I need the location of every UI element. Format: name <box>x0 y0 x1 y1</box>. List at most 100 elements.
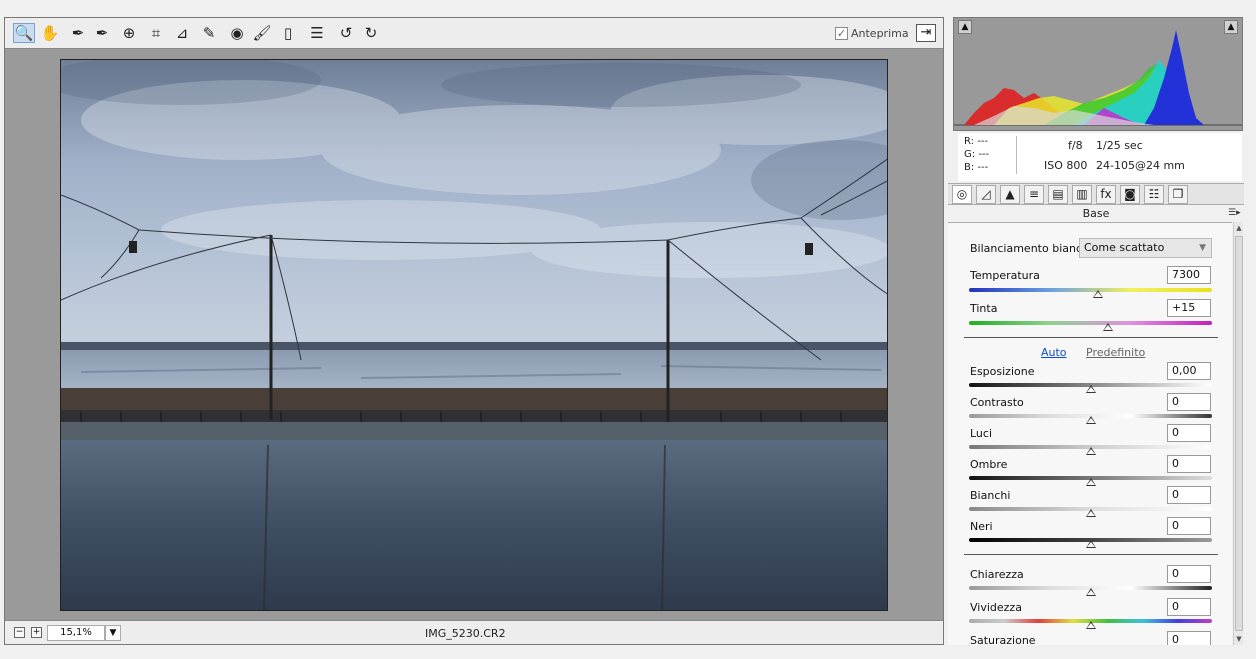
spot-removal-tool-icon[interactable]: ✎ <box>198 23 220 43</box>
exposure-input[interactable]: 0,00 <box>1167 362 1211 380</box>
zoom-in-button[interactable]: + <box>31 627 42 638</box>
vibrance-slider-thumb[interactable] <box>1085 621 1096 629</box>
file-name: IMG_5230.CR2 <box>425 627 506 640</box>
basic-tab-icon[interactable]: ◎ <box>952 185 972 204</box>
contrast-slider-thumb[interactable] <box>1085 416 1096 424</box>
highlights-input[interactable]: 0 <box>1167 424 1211 442</box>
panel-title: Base <box>1082 207 1110 220</box>
r-label: R: <box>964 136 975 147</box>
red-eye-tool-icon[interactable]: ◉ <box>226 23 248 43</box>
contrast-input[interactable]: 0 <box>1167 393 1211 411</box>
lens-value: 24-105@24 mm <box>1096 159 1185 172</box>
scroll-down-icon[interactable]: ▼ <box>1234 635 1244 643</box>
section-divider <box>964 554 1218 555</box>
zoom-dropdown-button[interactable]: ▼ <box>105 625 121 641</box>
tint-slider-track[interactable] <box>969 321 1212 325</box>
exposure-label: Esposizione <box>970 365 1035 378</box>
photo-image <box>61 60 887 610</box>
histogram-graph <box>954 30 1242 126</box>
histogram: ▲ ▲ <box>953 17 1243 131</box>
crop-tool-icon[interactable]: ⌗ <box>145 23 167 43</box>
white-balance-label: Bilanciamento bianco: <box>970 242 1093 255</box>
tint-slider-thumb[interactable] <box>1102 323 1113 331</box>
whites-label: Bianchi <box>970 489 1011 502</box>
shadows-input[interactable]: 0 <box>1167 455 1211 473</box>
adjustment-brush-icon[interactable]: 🖌 <box>251 23 273 43</box>
split-toning-tab-icon[interactable]: ▤ <box>1048 185 1068 204</box>
aperture-value: f/8 <box>1068 139 1083 152</box>
panel-menu-icon[interactable]: ☰▸ <box>1228 208 1241 218</box>
temperature-input[interactable]: 7300 <box>1167 266 1211 284</box>
status-bar: − + 15,1% ▼ IMG_5230.CR2 <box>5 620 943 644</box>
snapshots-tab-icon[interactable]: ❐ <box>1168 185 1188 204</box>
blacks-slider-thumb[interactable] <box>1085 540 1096 548</box>
zoom-out-button[interactable]: − <box>14 627 25 638</box>
exposure-slider-thumb[interactable] <box>1085 385 1096 393</box>
graduated-filter-icon[interactable]: ▯ <box>277 23 299 43</box>
clarity-label: Chiarezza <box>970 568 1024 581</box>
panel-scrollbar[interactable]: ▲ ▼ <box>1233 222 1243 645</box>
zoom-tool-icon[interactable]: 🔍 <box>13 23 35 43</box>
vibrance-label: Vividezza <box>970 601 1022 614</box>
clarity-slider-thumb[interactable] <box>1085 588 1096 596</box>
vibrance-input[interactable]: 0 <box>1167 598 1211 616</box>
panel-tabs: ◎ ◿ ▲ ≡ ▤ ▥ fx ◙ ☷ ❐ <box>948 183 1244 205</box>
targeted-adjustment-tool-icon[interactable]: ⊕ <box>118 23 140 43</box>
camera-calibration-tab-icon[interactable]: ◙ <box>1120 185 1140 204</box>
iso-value: ISO 800 <box>1044 159 1088 172</box>
b-label: B: <box>964 162 975 173</box>
rotate-left-icon[interactable]: ↺ <box>335 23 357 43</box>
presets-tab-icon[interactable]: ☷ <box>1144 185 1164 204</box>
tint-input[interactable]: +15 <box>1167 299 1211 317</box>
preview-pane: 🔍 ✋ ✒ ✒ ⊕ ⌗ ⊿ ✎ ◉ 🖌 ▯ ☰ ↺ ↻ ✓ Anteprima ⇥ <box>4 17 944 645</box>
basic-panel: Bilanciamento bianco: Come scattato ▼ Te… <box>948 222 1232 645</box>
fullscreen-toggle-icon[interactable]: ⇥ <box>916 24 936 42</box>
scroll-up-icon[interactable]: ▲ <box>1234 224 1244 232</box>
lens-corrections-tab-icon[interactable]: ▥ <box>1072 185 1092 204</box>
white-balance-select[interactable]: Come scattato ▼ <box>1079 238 1212 258</box>
camera-raw-window: 🔍 ✋ ✒ ✒ ⊕ ⌗ ⊿ ✎ ◉ 🖌 ▯ ☰ ↺ ↻ ✓ Anteprima ⇥ <box>0 0 1256 659</box>
temperature-slider-thumb[interactable] <box>1092 290 1103 298</box>
info-divider <box>1016 136 1017 174</box>
temperature-slider-track[interactable] <box>969 288 1212 292</box>
rotate-right-icon[interactable]: ↻ <box>360 23 382 43</box>
default-link[interactable]: Predefinito <box>1086 346 1145 359</box>
detail-tab-icon[interactable]: ▲ <box>1000 185 1020 204</box>
whites-slider-thumb[interactable] <box>1085 509 1096 517</box>
shadows-slider-thumb[interactable] <box>1085 478 1096 486</box>
color-sampler-tool-icon[interactable]: ✒ <box>91 23 113 43</box>
effects-tab-icon[interactable]: fx <box>1096 185 1116 204</box>
temperature-label: Temperatura <box>970 269 1040 282</box>
hand-tool-icon[interactable]: ✋ <box>39 23 61 43</box>
r-value: --- <box>977 136 989 147</box>
saturation-input[interactable]: 0 <box>1167 631 1211 645</box>
preferences-list-icon[interactable]: ☰ <box>306 23 328 43</box>
b-value: --- <box>977 162 989 173</box>
white-balance-value: Come scattato <box>1084 241 1165 254</box>
tint-label: Tinta <box>970 302 998 315</box>
shadows-label: Ombre <box>970 458 1008 471</box>
straighten-tool-icon[interactable]: ⊿ <box>171 23 193 43</box>
tone-curve-tab-icon[interactable]: ◿ <box>976 185 996 204</box>
toolbar: 🔍 ✋ ✒ ✒ ⊕ ⌗ ⊿ ✎ ◉ 🖌 ▯ ☰ ↺ ↻ ✓ Anteprima ⇥ <box>5 18 943 49</box>
blacks-input[interactable]: 0 <box>1167 517 1211 535</box>
camera-info: R: --- G: --- B: --- f/8 1/25 sec ISO 80… <box>958 133 1242 181</box>
shutter-speed-value: 1/25 sec <box>1096 139 1143 152</box>
highlights-label: Luci <box>970 427 993 440</box>
zoom-level-field[interactable]: 15,1% <box>47 625 105 641</box>
white-balance-tool-icon[interactable]: ✒ <box>67 23 89 43</box>
chevron-down-icon: ▼ <box>1199 243 1206 253</box>
auto-link[interactable]: Auto <box>1041 346 1067 359</box>
adjustments-pane: ▲ ▲ R: --- G: --- B: --- f/8 1/25 sec IS… <box>948 17 1244 645</box>
hsl-tab-icon[interactable]: ≡ <box>1024 185 1044 204</box>
g-label: G: <box>964 149 976 160</box>
highlights-slider-thumb[interactable] <box>1085 447 1096 455</box>
clarity-input[interactable]: 0 <box>1167 565 1211 583</box>
section-divider <box>964 337 1218 338</box>
g-value: --- <box>978 149 990 160</box>
whites-input[interactable]: 0 <box>1167 486 1211 504</box>
photo-preview[interactable] <box>60 59 888 611</box>
preview-label: Anteprima <box>851 27 909 40</box>
scrollbar-thumb[interactable] <box>1235 236 1243 631</box>
preview-checkbox[interactable]: ✓ <box>835 27 848 40</box>
